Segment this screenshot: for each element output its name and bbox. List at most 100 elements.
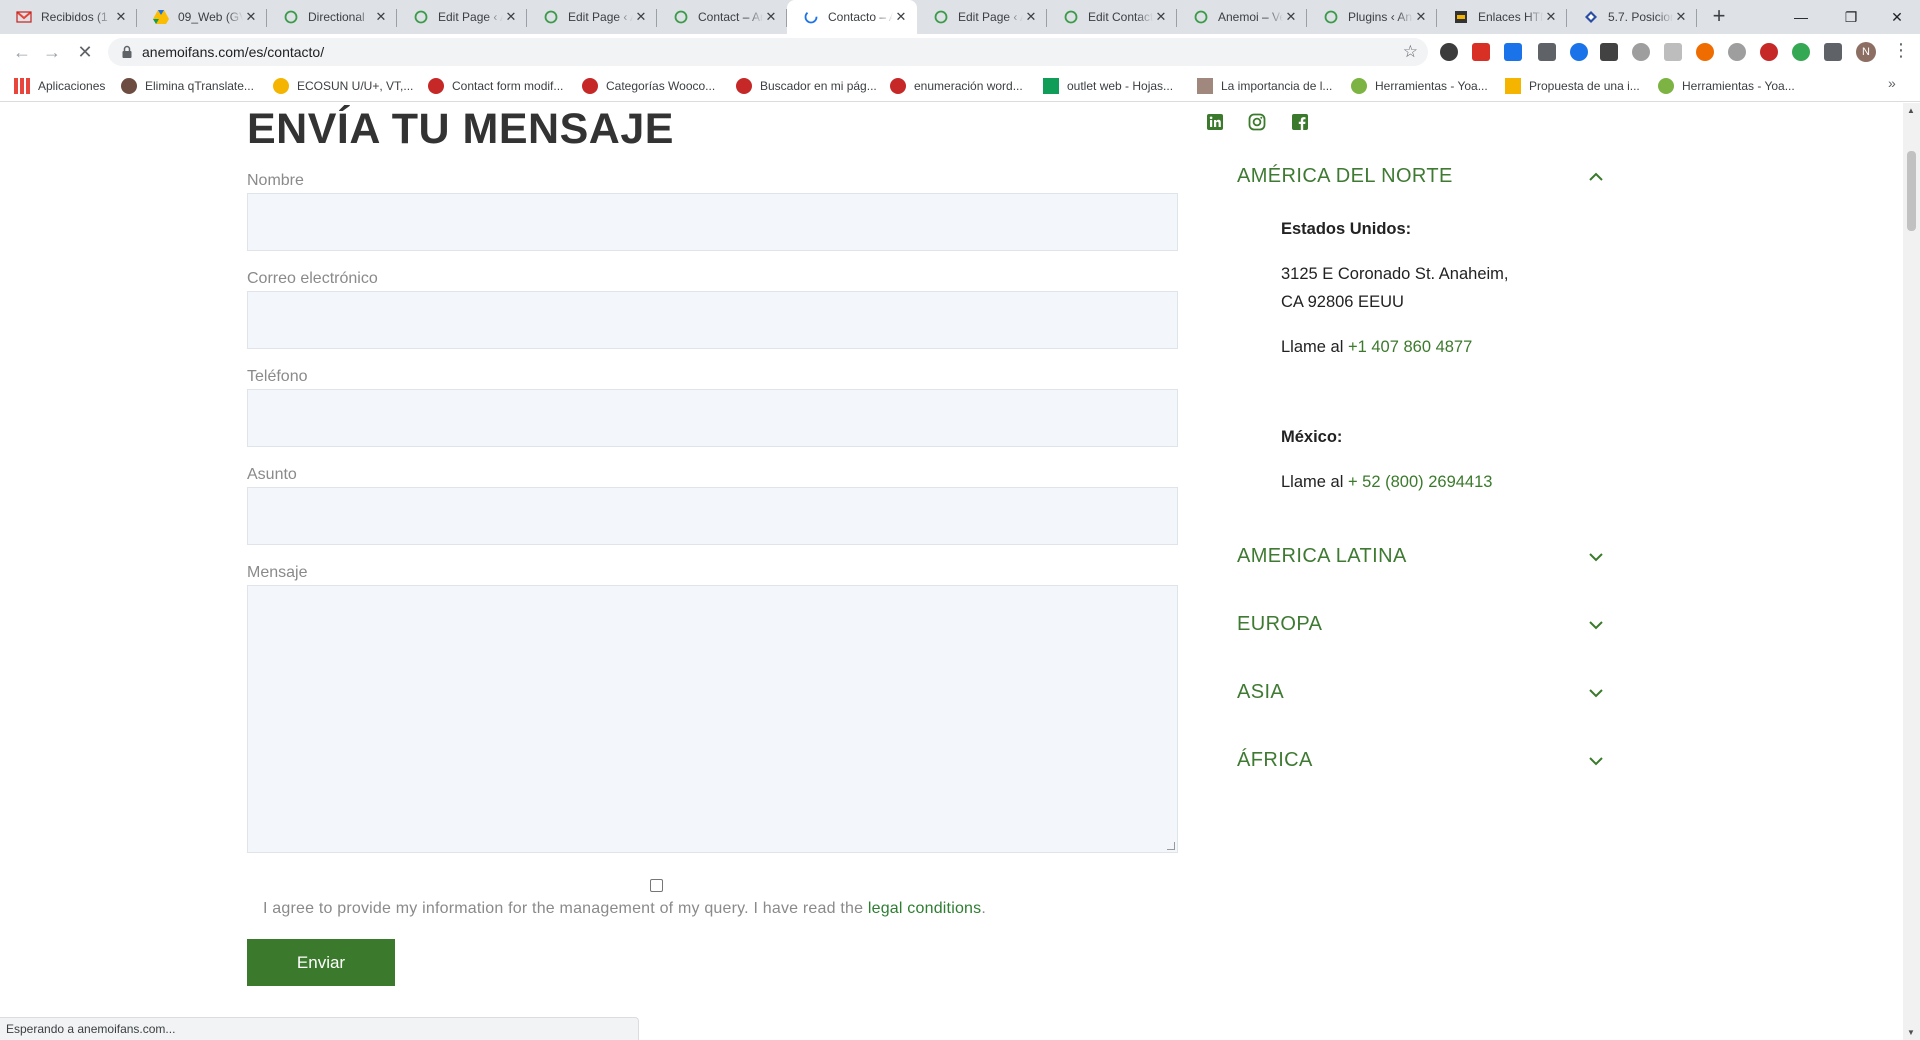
- tab-label: Directional: [308, 10, 365, 24]
- legal-conditions-link[interactable]: legal conditions: [868, 900, 982, 917]
- browser-tab[interactable]: Edit Page ‹ A ✕: [917, 0, 1047, 34]
- extension-icon[interactable]: [1600, 43, 1618, 61]
- stop-loading-button[interactable]: ✕: [73, 40, 97, 64]
- bookmark-item[interactable]: enumeración word...: [890, 78, 1023, 94]
- browser-tab[interactable]: Anemoi – Ve ✕: [1177, 0, 1307, 34]
- bookmark-item[interactable]: Herramientas - Yoa...: [1351, 78, 1488, 94]
- accordion-africa[interactable]: ÁFRICA: [1237, 749, 1313, 772]
- minimize-button[interactable]: —: [1778, 0, 1824, 34]
- browser-tab-active[interactable]: Contacto – A ✕: [787, 0, 917, 34]
- bookmark-star-icon[interactable]: ☆: [1403, 42, 1418, 62]
- usa-phone-link[interactable]: +1 407 860 4877: [1348, 338, 1472, 356]
- name-input[interactable]: [247, 193, 1178, 251]
- browser-tab[interactable]: Edit Contact ✕: [1047, 0, 1177, 34]
- puzzle-icon[interactable]: [1824, 43, 1842, 61]
- mexico-phone-link[interactable]: + 52 (800) 2694413: [1348, 473, 1493, 491]
- extension-icon[interactable]: [1760, 43, 1778, 61]
- bookmark-item[interactable]: Categorías Wooco...: [582, 78, 715, 94]
- scrollbar-thumb[interactable]: [1907, 151, 1916, 231]
- browser-tab[interactable]: Directional ✕: [267, 0, 397, 34]
- accordion-asia[interactable]: ASIA: [1237, 681, 1284, 704]
- bookmark-item[interactable]: ECOSUN U/U+, VT,...: [273, 78, 413, 94]
- close-tab-icon[interactable]: ✕: [763, 9, 779, 25]
- site-icon: [933, 9, 949, 25]
- extension-icon[interactable]: [1472, 43, 1490, 61]
- bookmark-item[interactable]: Elimina qTranslate...: [121, 78, 254, 94]
- phone-input[interactable]: [247, 389, 1178, 447]
- forward-button[interactable]: →: [40, 40, 64, 64]
- chevron-down-icon[interactable]: [1588, 753, 1604, 769]
- chevron-down-icon[interactable]: [1588, 549, 1604, 565]
- back-button[interactable]: ←: [10, 40, 34, 64]
- bookmark-item[interactable]: La importancia de l...: [1197, 78, 1332, 94]
- extension-icon[interactable]: [1632, 43, 1650, 61]
- chevron-up-icon[interactable]: [1588, 169, 1604, 185]
- close-tab-icon[interactable]: ✕: [1543, 9, 1559, 25]
- browser-tab[interactable]: Plugins ‹ An ✕: [1307, 0, 1437, 34]
- extension-icon[interactable]: [1664, 43, 1682, 61]
- bookmark-item[interactable]: Aplicaciones: [14, 78, 105, 94]
- bookmark-item[interactable]: Buscador en mi pág...: [736, 78, 877, 94]
- extension-icon[interactable]: [1538, 43, 1556, 61]
- close-tab-icon[interactable]: ✕: [113, 9, 129, 25]
- scroll-down-icon[interactable]: ▼: [1907, 1028, 1915, 1037]
- close-tab-icon[interactable]: ✕: [893, 9, 909, 25]
- bookmark-label: Buscador en mi pág...: [760, 79, 877, 93]
- extension-icon[interactable]: [1728, 43, 1746, 61]
- browser-tab[interactable]: 09_Web (GV ✕: [137, 0, 267, 34]
- status-bar: Esperando a anemoifans.com...: [0, 1017, 639, 1040]
- close-tab-icon[interactable]: ✕: [1673, 9, 1689, 25]
- chevron-down-icon[interactable]: [1588, 617, 1604, 633]
- instagram-icon[interactable]: [1248, 113, 1266, 131]
- restore-button[interactable]: ❐: [1828, 0, 1874, 34]
- doc-icon: [1583, 9, 1599, 25]
- linkedin-icon[interactable]: [1206, 113, 1224, 131]
- consent-checkbox[interactable]: [650, 879, 663, 892]
- browser-tab[interactable]: Edit Page ‹ A ✕: [527, 0, 657, 34]
- more-bookmarks-icon[interactable]: »: [1888, 75, 1896, 91]
- accordion-north-america[interactable]: AMÉRICA DEL NORTE: [1237, 165, 1453, 188]
- close-tab-icon[interactable]: ✕: [1023, 9, 1039, 25]
- email-input[interactable]: [247, 291, 1178, 349]
- resize-handle-icon[interactable]: [1167, 842, 1175, 850]
- browser-tab[interactable]: Edit Page ‹ A ✕: [397, 0, 527, 34]
- address-bar[interactable]: anemoifans.com/es/contacto/ ☆: [108, 38, 1428, 66]
- scroll-up-icon[interactable]: ▲: [1907, 106, 1915, 115]
- page-scrollbar[interactable]: ▲ ▼: [1903, 103, 1920, 1040]
- close-tab-icon[interactable]: ✕: [1283, 9, 1299, 25]
- accordion-europe[interactable]: EUROPA: [1237, 613, 1322, 636]
- facebook-icon[interactable]: [1291, 113, 1309, 131]
- close-tab-icon[interactable]: ✕: [373, 9, 389, 25]
- close-tab-icon[interactable]: ✕: [503, 9, 519, 25]
- close-tab-icon[interactable]: ✕: [633, 9, 649, 25]
- site-icon: [543, 9, 559, 25]
- menu-icon[interactable]: ⋮: [1892, 40, 1910, 61]
- page-content: ENVÍA TU MENSAJE Nombre Correo electróni…: [0, 103, 1903, 1040]
- extension-icon[interactable]: [1792, 43, 1810, 61]
- extension-icon[interactable]: [1504, 43, 1522, 61]
- extension-icon[interactable]: [1696, 43, 1714, 61]
- close-tab-icon[interactable]: ✕: [1413, 9, 1429, 25]
- extension-icon[interactable]: [1440, 43, 1458, 61]
- message-textarea[interactable]: [247, 585, 1178, 853]
- browser-tab[interactable]: Enlaces HTM ✕: [1437, 0, 1567, 34]
- close-window-button[interactable]: ✕: [1874, 0, 1920, 34]
- profile-avatar[interactable]: N: [1856, 42, 1876, 62]
- tab-label: Edit Page ‹ A: [958, 10, 1023, 24]
- accordion-latin-america[interactable]: AMERICA LATINA: [1237, 545, 1407, 568]
- subject-input[interactable]: [247, 487, 1178, 545]
- extension-icon[interactable]: [1570, 43, 1588, 61]
- close-tab-icon[interactable]: ✕: [1153, 9, 1169, 25]
- new-tab-button[interactable]: +: [1707, 5, 1731, 29]
- close-tab-icon[interactable]: ✕: [243, 9, 259, 25]
- browser-tab[interactable]: Contact – An ✕: [657, 0, 787, 34]
- bookmark-item[interactable]: Contact form modif...: [428, 78, 563, 94]
- browser-tab[interactable]: 5.7. Posicion ✕: [1567, 0, 1697, 34]
- bookmark-item[interactable]: Propuesta de una i...: [1505, 78, 1640, 94]
- chevron-down-icon[interactable]: [1588, 685, 1604, 701]
- browser-tab[interactable]: Recibidos (1 ✕: [0, 0, 137, 34]
- bookmark-item[interactable]: outlet web - Hojas...: [1043, 78, 1173, 94]
- favicon-icon: [1658, 78, 1674, 94]
- bookmark-item[interactable]: Herramientas - Yoa...: [1658, 78, 1795, 94]
- submit-button[interactable]: Enviar: [247, 939, 395, 986]
